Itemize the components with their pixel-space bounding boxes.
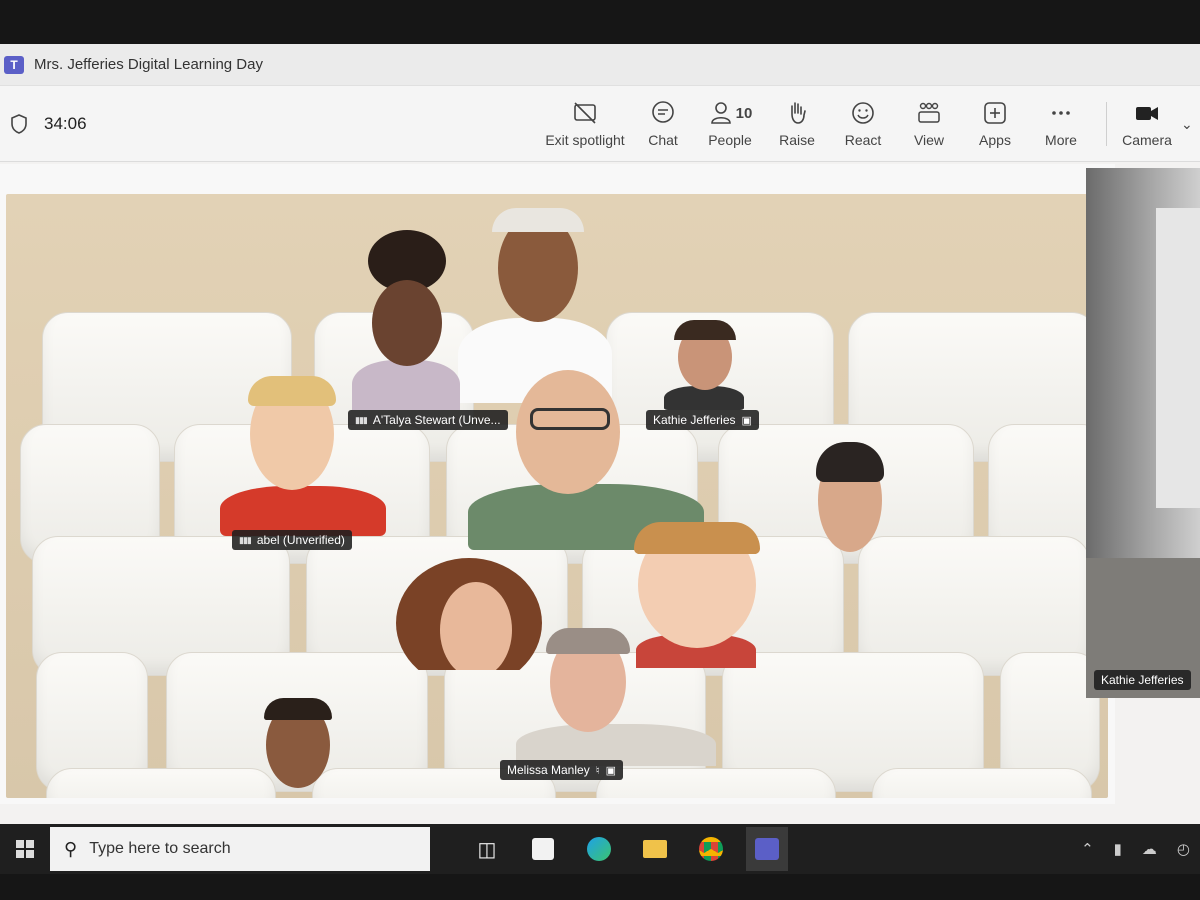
exit-spotlight-button[interactable]: Exit spotlight — [540, 92, 630, 156]
participant-nametag: Melissa Manley ♮ ▣ — [500, 760, 624, 780]
seat — [46, 768, 276, 798]
camera-button[interactable]: Camera — [1119, 92, 1175, 156]
chat-icon — [652, 101, 674, 123]
participant-video — [812, 440, 886, 552]
system-tray: ⌃ ▮ ☁ ◴ — [1081, 840, 1190, 858]
audio-level-icon: ▮▮▮ — [239, 534, 252, 545]
edge-icon[interactable] — [578, 827, 620, 871]
meeting-toolbar: 34:06 Exit spotlight Chat 10 People Rais… — [0, 86, 1200, 162]
teams-taskbar-icon[interactable] — [746, 827, 788, 871]
participant-nametag: Kathie Jefferies ▣ — [646, 410, 759, 430]
raise-hand-icon — [791, 102, 806, 124]
participant-nametag: ▮▮▮ abel (Unverified) — [232, 530, 352, 550]
battery-icon[interactable]: ▮ — [1114, 840, 1122, 858]
store-icon[interactable] — [522, 827, 564, 871]
screen-share-icon: ▣ — [605, 764, 617, 777]
participant-video — [486, 628, 756, 766]
meeting-timer: 34:06 — [10, 114, 87, 134]
people-button[interactable]: 10 People — [696, 92, 764, 156]
camera-options-chevron-icon[interactable]: ⌄ — [1181, 116, 1193, 133]
people-icon — [710, 102, 731, 124]
participant-video — [260, 698, 336, 790]
people-count: 10 — [735, 104, 753, 122]
taskbar-search[interactable]: ⚲ Type here to search — [50, 827, 430, 871]
wifi-icon[interactable]: ◴ — [1177, 840, 1190, 858]
chrome-icon[interactable] — [690, 827, 732, 871]
raise-hand-button[interactable]: Raise — [764, 92, 830, 156]
mic-muted-icon: ♮ — [595, 764, 600, 777]
file-explorer-icon[interactable] — [634, 827, 676, 871]
apps-icon — [984, 102, 1006, 124]
audio-level-icon: ▮▮▮ — [355, 414, 368, 425]
seat — [596, 768, 836, 798]
window-titlebar: T Mrs. Jefferies Digital Learning Day — [0, 44, 1200, 86]
window-title: Mrs. Jefferies Digital Learning Day — [34, 56, 263, 73]
task-view-icon[interactable]: ◫ — [466, 827, 508, 871]
screen-share-icon: ▣ — [741, 414, 752, 427]
together-mode-stage: ▮▮▮ A'Talya Stewart (Unve... Kathie Jeff… — [0, 164, 1115, 804]
toolbar-separator — [1106, 102, 1107, 146]
side-video-nametag: Kathie Jefferies — [1094, 670, 1191, 690]
start-button[interactable] — [0, 824, 50, 874]
windows-taskbar: ⚲ Type here to search ◫ ⌃ ▮ ☁ ◴ — [0, 824, 1200, 874]
cloud-icon[interactable]: ☁ — [1142, 840, 1157, 858]
react-button[interactable]: React — [830, 92, 896, 156]
shield-icon — [11, 113, 27, 134]
participant-video — [220, 376, 386, 536]
screen: T Mrs. Jefferies Digital Learning Day 34… — [0, 44, 1200, 874]
seat — [872, 768, 1092, 798]
teams-icon: T — [4, 55, 24, 74]
search-icon: ⚲ — [64, 838, 78, 859]
participant-nametag: ▮▮▮ A'Talya Stewart (Unve... — [348, 410, 508, 430]
chevron-up-icon[interactable]: ⌃ — [1081, 840, 1094, 858]
exit-spotlight-icon — [574, 102, 596, 124]
more-button[interactable]: More — [1028, 92, 1094, 156]
react-icon — [852, 102, 874, 124]
side-video-panel[interactable]: Kathie Jefferies — [1086, 168, 1200, 698]
search-placeholder: Type here to search — [89, 840, 231, 857]
chat-button[interactable]: Chat — [630, 92, 696, 156]
camera-icon — [1136, 107, 1158, 120]
view-icon — [918, 102, 940, 123]
view-button[interactable]: View — [896, 92, 962, 156]
timer-text: 34:06 — [44, 113, 87, 133]
auditorium-scene: ▮▮▮ A'Talya Stewart (Unve... Kathie Jeff… — [6, 194, 1108, 798]
apps-button[interactable]: Apps — [962, 92, 1028, 156]
windows-logo-icon — [16, 840, 34, 858]
more-icon — [1052, 111, 1070, 115]
